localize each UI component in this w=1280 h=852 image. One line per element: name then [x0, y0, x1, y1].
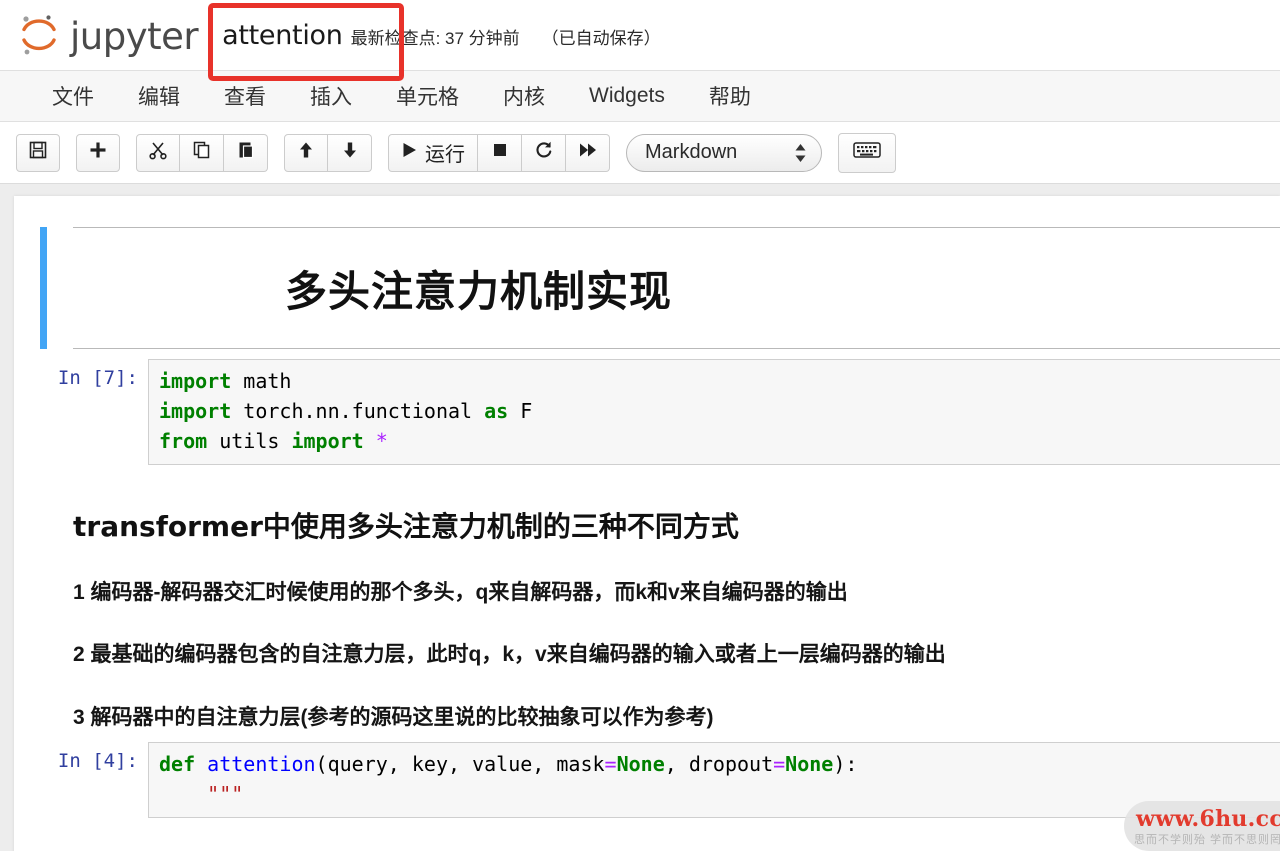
code-line: def attention(query, key, value, mask=No… — [159, 752, 858, 777]
restart-kernel-button[interactable] — [522, 133, 566, 172]
run-button-label: 运行 — [425, 144, 465, 166]
markdown-heading-body[interactable]: 多头注意力机制实现 — [73, 227, 1280, 349]
notebook-title[interactable]: attention — [222, 20, 343, 51]
app-header: jupyter attention 最新检查点: 37 分钟前 （已自动保存） — [0, 0, 1280, 81]
restart-circle-icon — [534, 140, 554, 166]
run-cell-button[interactable]: 运行 — [388, 133, 478, 172]
paste-cell-button[interactable] — [224, 133, 268, 172]
menu-item-kernel[interactable]: 内核 — [481, 77, 567, 115]
menu-item-widgets[interactable]: Widgets — [567, 80, 687, 112]
fast-forward-icon — [578, 140, 598, 166]
list-item: 1 编码器-解码器交汇时候使用的那个多头，q来自解码器，而k和v来自编码器的输出 — [73, 581, 848, 604]
move-cell-down-button[interactable] — [328, 133, 372, 172]
move-cell-up-button[interactable] — [284, 133, 328, 172]
code-line: from utils import * — [159, 429, 388, 453]
cell-type-value: Markdown — [645, 141, 738, 163]
menu-item-help[interactable]: 帮助 — [687, 77, 773, 115]
plus-icon — [88, 140, 108, 166]
notebook-title-area[interactable]: attention 最新检查点: 37 分钟前 （已自动保存） — [222, 20, 661, 51]
save-icon — [28, 140, 48, 166]
restart-and-run-all-button[interactable] — [566, 133, 610, 172]
code-cell-attention[interactable]: In [4]: def attention(query, key, value,… — [14, 737, 1280, 823]
code-line: """ — [159, 782, 244, 807]
paste-icon — [236, 140, 256, 166]
cell-type-dropdown[interactable]: Markdown — [626, 133, 822, 172]
cut-cell-button[interactable] — [136, 133, 180, 172]
insert-cell-below-button[interactable] — [76, 133, 120, 172]
chevron-updown-icon — [794, 142, 807, 164]
code-editor-import[interactable]: import math import torch.nn.functional a… — [148, 359, 1280, 465]
copy-icon — [192, 140, 212, 166]
jupyter-planet-icon — [18, 12, 60, 58]
run-group: 运行 — [388, 133, 610, 172]
jupyter-logo[interactable]: jupyter — [18, 12, 199, 58]
notebook-paper: 多头注意力机制实现 In [7]: import math import tor… — [14, 196, 1280, 851]
keyboard-icon — [853, 141, 881, 164]
arrow-down-icon — [340, 140, 360, 166]
save-group — [16, 133, 60, 172]
markdown-heading-cell[interactable]: 多头注意力机制实现 — [14, 222, 1280, 354]
markdown-text-cell[interactable]: transformer中使用多头注意力机制的三种不同方式 1 编码器-解码器交汇… — [14, 470, 1280, 737]
clipboard-group — [136, 133, 268, 172]
stop-square-icon — [490, 140, 510, 166]
input-prompt-7: In [7]: — [57, 367, 138, 389]
cell-selection-bar — [40, 227, 47, 349]
code-cell-import[interactable]: In [7]: import math import torch.nn.func… — [14, 354, 1280, 470]
notebook-scroll-area[interactable]: 多头注意力机制实现 In [7]: import math import tor… — [0, 184, 1280, 851]
copy-cell-button[interactable] — [180, 133, 224, 172]
command-palette-button[interactable] — [838, 132, 896, 173]
menu-item-insert[interactable]: 插入 — [288, 77, 374, 115]
list-item: 3 解码器中的自注意力层(参考的源码这里说的比较抽象可以作为参考) — [73, 705, 714, 729]
scissors-icon — [148, 140, 168, 166]
checkpoint-status: 最新检查点: 37 分钟前 — [350, 28, 520, 48]
menu-item-edit[interactable]: 编辑 — [116, 77, 202, 115]
code-line: import torch.nn.functional as F — [159, 399, 533, 423]
menu-item-view[interactable]: 查看 — [202, 77, 288, 115]
jupyter-wordmark: jupyter — [70, 14, 199, 58]
menu-bar: 文件 编辑 查看 插入 单元格 内核 Widgets 帮助 — [0, 70, 1280, 122]
menu-item-cell[interactable]: 单元格 — [374, 77, 481, 115]
save-button[interactable] — [16, 133, 60, 172]
play-icon — [401, 141, 418, 165]
section-heading: transformer中使用多头注意力机制的三种不同方式 — [73, 510, 739, 543]
code-line: import math — [159, 369, 292, 393]
page-title: 多头注意力机制实现 — [285, 266, 673, 316]
input-prompt-4: In [4]: — [57, 750, 138, 773]
code-editor-attention[interactable]: def attention(query, key, value, mask=No… — [148, 742, 1280, 819]
list-item: 2 最基础的编码器包含的自注意力层，此时q，k，v来自编码器的输入或者上一层编码… — [73, 643, 946, 667]
markdown-text-body[interactable]: transformer中使用多头注意力机制的三种不同方式 1 编码器-解码器交汇… — [40, 475, 1280, 732]
insert-group — [76, 133, 120, 172]
autosave-status: （已自动保存） — [541, 28, 661, 48]
move-group — [284, 133, 372, 172]
toolbar: 运行 Markdown — [0, 122, 1280, 184]
menu-item-file[interactable]: 文件 — [30, 77, 116, 115]
interrupt-kernel-button[interactable] — [478, 133, 522, 172]
arrow-up-icon — [296, 140, 316, 166]
